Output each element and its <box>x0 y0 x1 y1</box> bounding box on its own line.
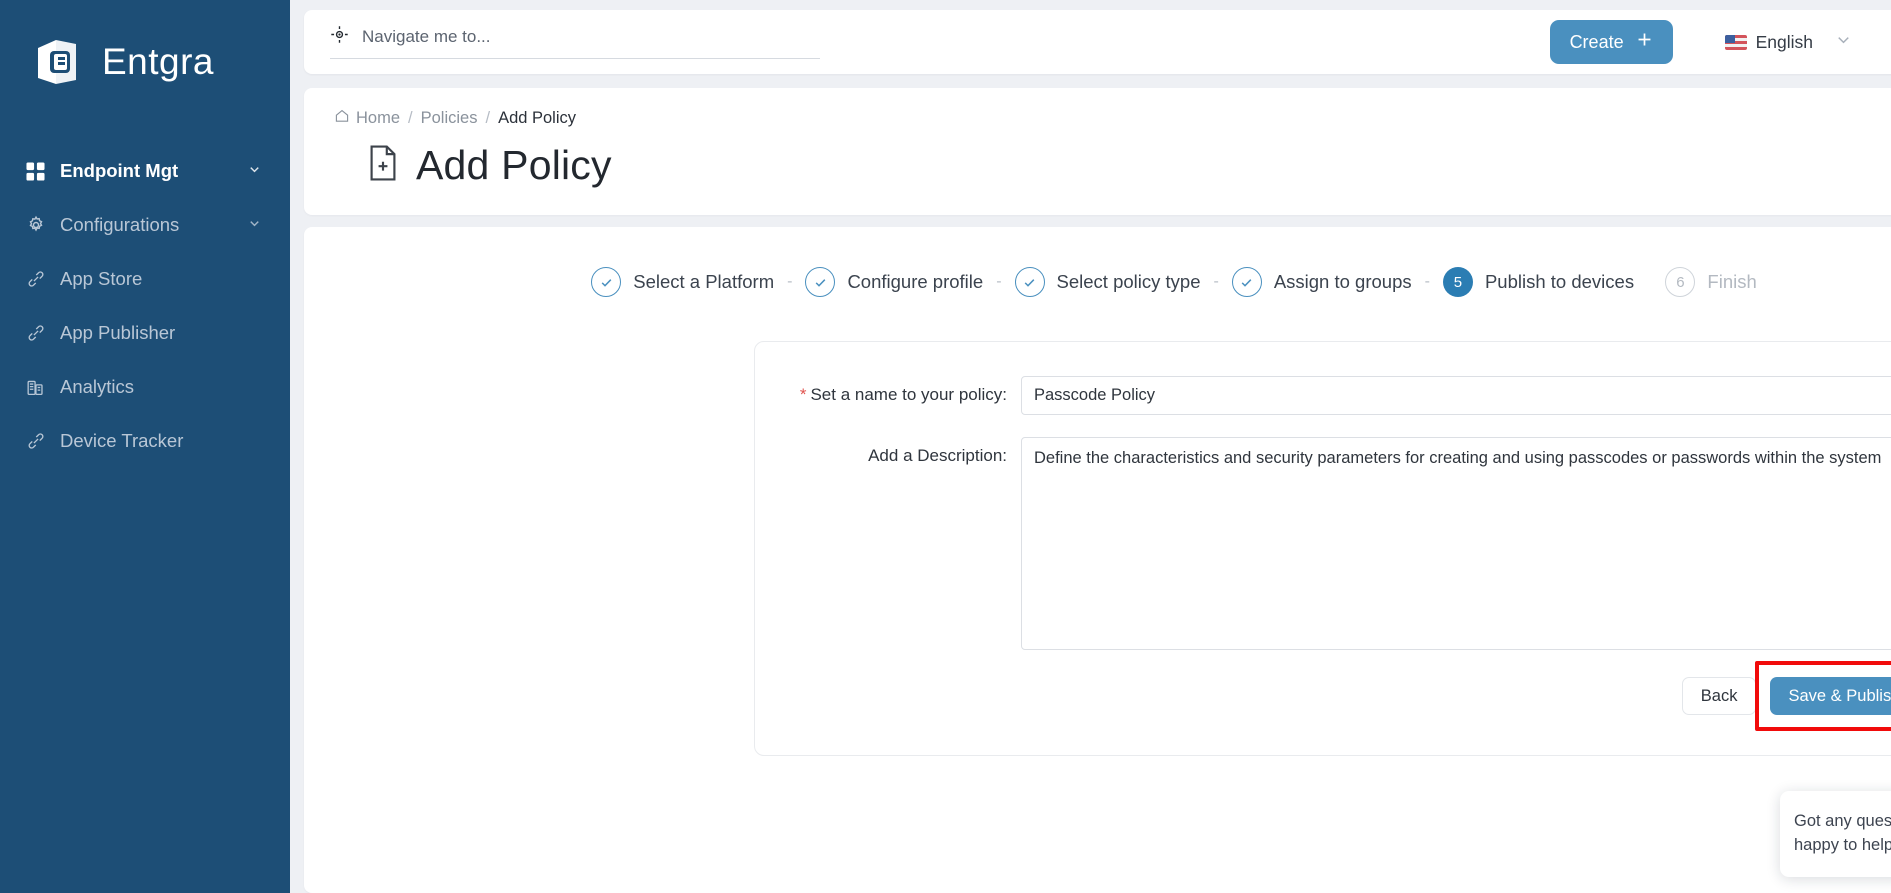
breadcrumb-separator: / <box>408 109 413 127</box>
step-select-a-platform[interactable]: Select a Platform <box>591 267 774 297</box>
plus-icon <box>1636 31 1653 53</box>
global-navigate-search[interactable] <box>330 25 820 59</box>
clipboard-icon <box>26 378 52 397</box>
page-title: Add Policy <box>366 142 1891 189</box>
sidebar-item-label: Endpoint Mgt <box>60 160 179 181</box>
step-publish-to-devices[interactable]: 5 Publish to devices <box>1442 267 1635 297</box>
breadcrumb: Home / Policies / Add Policy <box>334 108 1891 129</box>
policy-description-textarea[interactable] <box>1021 437 1891 650</box>
step-divider: - <box>996 273 1002 290</box>
sidebar-item-label: App Store <box>60 268 143 289</box>
policy-form: *Set a name to your policy: Add a Descri… <box>754 341 1891 756</box>
step-select-policy-type[interactable]: Select policy type <box>1014 267 1201 297</box>
brand-logo[interactable]: Entgra <box>0 22 290 102</box>
sidebar-item-label: Configurations <box>60 214 180 235</box>
sidebar: Entgra Endpoint Mgt Configurations App S… <box>0 0 290 893</box>
chat-popup: ✕ Got any questions? I'm happy to help. <box>1780 790 1891 877</box>
brand-name: Entgra <box>102 41 215 82</box>
main-area: Create English <box>290 0 1891 893</box>
step-label: Publish to devices <box>1484 271 1635 292</box>
policy-name-row: * Set a name to your policy: <box>793 376 1891 415</box>
gear-icon <box>26 215 52 235</box>
breadcrumb-current: Add Policy <box>498 109 577 127</box>
file-plus-icon <box>366 144 400 187</box>
step-label: Select a Platform <box>633 271 775 292</box>
breadcrumb-policies-label: Policies <box>420 109 478 127</box>
sidebar-nav: Endpoint Mgt Configurations App Store Ap… <box>0 144 290 468</box>
policy-name-input[interactable] <box>1021 376 1891 415</box>
link-icon <box>26 323 52 343</box>
step-number: 5 <box>1442 267 1473 297</box>
breadcrumb-separator: / <box>485 109 491 127</box>
step-divider: - <box>787 273 793 290</box>
step-check-icon <box>1014 267 1045 297</box>
step-check-icon <box>1231 267 1262 297</box>
step-assign-to-groups[interactable]: Assign to groups <box>1231 267 1412 297</box>
wizard-card: Select a Platform - Configure profile - … <box>304 227 1891 893</box>
entgra-logo-icon <box>32 34 88 90</box>
policy-name-label: * Set a name to your policy: <box>793 376 1021 405</box>
step-check-icon <box>591 267 622 297</box>
breadcrumb-home-label: Home <box>356 109 401 127</box>
search-input[interactable] <box>362 27 820 47</box>
save-and-publish-highlight: Save & Publish <box>1755 661 1891 731</box>
create-button-label: Create <box>1569 31 1624 52</box>
step-label: Finish <box>1707 271 1757 292</box>
save-and-publish-button[interactable]: Save & Publish <box>1770 677 1891 715</box>
sidebar-item-endpoint-mgt[interactable]: Endpoint Mgt <box>0 144 290 198</box>
wizard-stepper: Select a Platform - Configure profile - … <box>304 255 1891 301</box>
top-bar: Create English <box>304 10 1891 74</box>
chevron-down-icon <box>247 214 262 236</box>
back-button[interactable]: Back <box>1681 677 1757 715</box>
sidebar-item-label: Analytics <box>60 376 135 397</box>
step-configure-profile[interactable]: Configure profile <box>805 267 983 297</box>
step-label: Select policy type <box>1056 271 1201 292</box>
crosshair-icon <box>330 25 349 49</box>
search-underline <box>330 25 820 59</box>
chevron-down-icon <box>1834 30 1853 54</box>
page-title-text: Add Policy <box>416 142 612 188</box>
sidebar-item-configurations[interactable]: Configurations <box>0 198 290 252</box>
language-selector[interactable]: English <box>1724 30 1853 54</box>
sidebar-item-app-publisher[interactable]: App Publisher <box>0 306 290 360</box>
step-finish[interactable]: 6 Finish <box>1665 267 1757 297</box>
chevron-down-icon <box>247 160 262 182</box>
language-label: English <box>1755 31 1813 52</box>
app-root: Entgra Endpoint Mgt Configurations App S… <box>0 0 1891 893</box>
sidebar-item-app-store[interactable]: App Store <box>0 252 290 306</box>
sidebar-item-device-tracker[interactable]: Device Tracker <box>0 414 290 468</box>
chat-message: Got any questions? I'm happy to help. <box>1794 811 1891 855</box>
form-actions: Back Save & Publish Save <box>793 661 1891 731</box>
grid-icon <box>26 161 52 181</box>
step-divider: - <box>1213 273 1219 290</box>
step-number: 6 <box>1665 267 1696 297</box>
step-label: Configure profile <box>847 271 984 292</box>
sidebar-item-label: Device Tracker <box>60 430 184 451</box>
page-header-card: Home / Policies / Add Policy Add Policy <box>304 88 1891 215</box>
step-label: Assign to groups <box>1273 271 1412 292</box>
link-icon <box>26 431 52 451</box>
us-flag-icon <box>1724 34 1747 50</box>
step-divider: - <box>1424 273 1430 290</box>
sidebar-item-analytics[interactable]: Analytics <box>0 360 290 414</box>
top-bar-right-controls: Create English <box>1549 20 1891 64</box>
link-icon <box>26 269 52 289</box>
policy-description-row: Add a Description: G <box>793 437 1891 655</box>
policy-name-label-text: Set a name to your policy: <box>810 385 1007 404</box>
breadcrumb-home[interactable]: Home <box>334 108 400 129</box>
breadcrumb-policies[interactable]: Policies <box>421 109 478 128</box>
required-asterisk: * <box>799 385 807 404</box>
policy-description-label: Add a Description: <box>868 446 1007 465</box>
sidebar-item-label: App Publisher <box>60 322 176 343</box>
home-icon <box>334 108 350 129</box>
create-button[interactable]: Create <box>1549 20 1673 64</box>
step-check-icon <box>805 267 836 297</box>
policy-description-wrap: G <box>1021 437 1891 655</box>
